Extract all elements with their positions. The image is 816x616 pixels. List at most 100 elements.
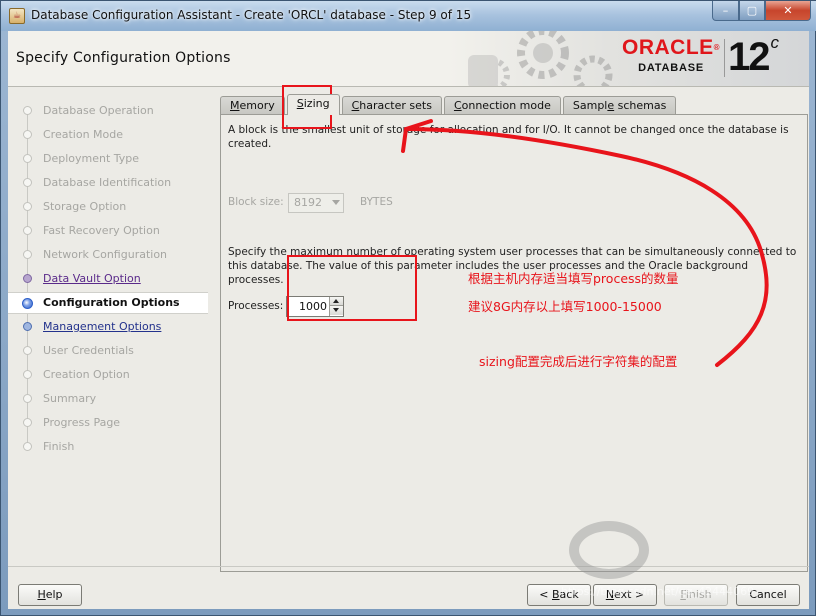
tab-character-sets[interactable]: Character sets [341,96,442,115]
step-status-icon [23,154,32,163]
nav-step-label: Summary [43,392,97,405]
annotation-next-step: sizing配置完成后进行字符集的配置 [479,354,678,369]
nav-step-label: Database Identification [43,176,172,189]
tab-label: onnection mode [461,99,551,112]
close-button[interactable]: ✕ [765,1,811,21]
tab-label: Sampl [572,99,608,112]
tab-connection-mode[interactable]: Connection mode [443,96,561,115]
logo-divider [724,39,725,77]
annotation-processes-note: 根据主机内存适当填写process的数量 [468,271,679,286]
nav-step-label: Creation Mode [43,128,124,141]
processes-label: Processes: [228,300,284,312]
block-size-unit: BYTES [360,196,393,208]
tab-label: emory [239,99,275,112]
gears-decoration-icon [468,31,613,86]
btn-label: elp [45,588,63,601]
nav-step-label: Progress Page [43,416,121,429]
processes-highlight-box [287,255,417,321]
tab-memory[interactable]: Memory [220,96,285,115]
step-status-icon [23,370,32,379]
window-title: Database Configuration Assistant - Creat… [31,8,472,22]
watermark-ring [569,521,649,579]
nav-step-label: Creation Option [43,368,130,381]
step-status-icon [23,202,32,211]
nav-step-configuration-options: Configuration Options [8,292,208,314]
step-status-icon [23,226,32,235]
nav-step-label: Finish [43,440,75,453]
nav-step-label: User Credentials [43,344,134,357]
maximize-button[interactable]: ▢ [739,1,765,21]
tab-label: schemas [614,99,667,112]
nav-step-database-operation: Database Operation [8,100,208,122]
nav-step-creation-mode: Creation Mode [8,124,208,146]
step-status-icon [23,346,32,355]
help-button[interactable]: Help [18,584,82,606]
wizard-steps-nav: Database Operation Creation Mode Deploymen… [8,88,208,558]
nav-step-user-credentials: User Credentials [8,340,208,362]
step-status-icon [23,418,32,427]
sizing-panel: A block is the smallest unit of storage … [220,114,808,572]
nav-step-fast-recovery-option: Fast Recovery Option [8,220,208,242]
nav-step-management-options[interactable]: Management Options [8,316,208,338]
btn-label: < [539,588,552,601]
title-bar[interactable]: ☕ Database Configuration Assistant - Cre… [1,1,816,31]
step-status-icon [23,442,32,451]
nav-step-storage-option: Storage Option [8,196,208,218]
wizard-header: Specify Configuration Options ORACLE® DA… [8,31,809,87]
nav-step-database-identification: Database Identification [8,172,208,194]
window-controls: – ▢ ✕ [712,1,811,21]
step-status-icon [23,322,32,331]
oracle-wordmark: ORACLE [622,36,714,59]
java-app-icon: ☕ [9,8,25,24]
block-size-select[interactable]: 8192 [288,193,344,213]
nav-step-label: Data Vault Option [43,272,141,285]
nav-step-label: Management Options [43,320,162,333]
nav-step-label: Configuration Options [43,296,180,309]
block-size-label: Block size: [228,196,284,208]
block-size-value: 8192 [294,196,322,209]
nav-step-label: Network Configuration [43,248,168,261]
tab-bar: Memory Sizing Character sets Connection … [220,94,678,115]
nav-step-summary: Summary [8,388,208,410]
oracle-version: 12 c [728,33,779,80]
step-status-icon [23,178,32,187]
nav-step-network-configuration: Network Configuration [8,244,208,266]
tab-label: izing [303,97,330,110]
step-status-icon [23,130,32,139]
tab-sizing[interactable]: Sizing [286,94,340,115]
config-options-content: Memory Sizing Character sets Connection … [220,94,808,572]
step-status-icon [23,274,32,283]
minimize-button[interactable]: – [712,1,739,21]
nav-step-label: Fast Recovery Option [43,224,160,237]
chevron-down-icon [332,200,340,205]
dbca-window: ☕ Database Configuration Assistant - Cre… [0,0,816,616]
annotation-memory-advice: 建议8G内存以上填写1000-15000 [468,299,662,314]
version-number: 12 [728,35,770,79]
btn-mnemonic: B [552,588,560,601]
nav-step-progress-page: Progress Page [8,412,208,434]
step-status-icon [23,106,32,115]
footer-divider [8,566,809,567]
nav-step-label: Deployment Type [43,152,140,165]
btn-mnemonic: H [37,588,46,601]
step-status-icon [22,298,33,309]
nav-step-label: Database Operation [43,104,154,117]
watermark-text: https://blog.csdn.net/qq_42444069 [561,585,755,598]
step-status-icon [23,394,32,403]
step-status-icon [23,250,32,259]
page-title: Specify Configuration Options [16,50,231,66]
tab-mnemonic: C [453,99,462,112]
nav-step-label: Storage Option [43,200,127,213]
tab-label: haracter sets [359,99,432,112]
nav-step-deployment-type: Deployment Type [8,148,208,170]
version-suffix: c [770,33,779,52]
nav-step-creation-option: Creation Option [8,364,208,386]
nav-step-data-vault-option[interactable]: Data Vault Option [8,268,208,290]
registered-mark: ® [713,43,721,52]
oracle-logo: ORACLE® DATABASE [622,36,721,75]
nav-step-finish: Finish [8,436,208,458]
oracle-product: DATABASE [638,62,704,74]
tab-mnemonic: M [230,99,240,112]
tab-sample-schemas[interactable]: Sample schemas [562,96,677,115]
tab-mnemonic: S [296,97,304,110]
